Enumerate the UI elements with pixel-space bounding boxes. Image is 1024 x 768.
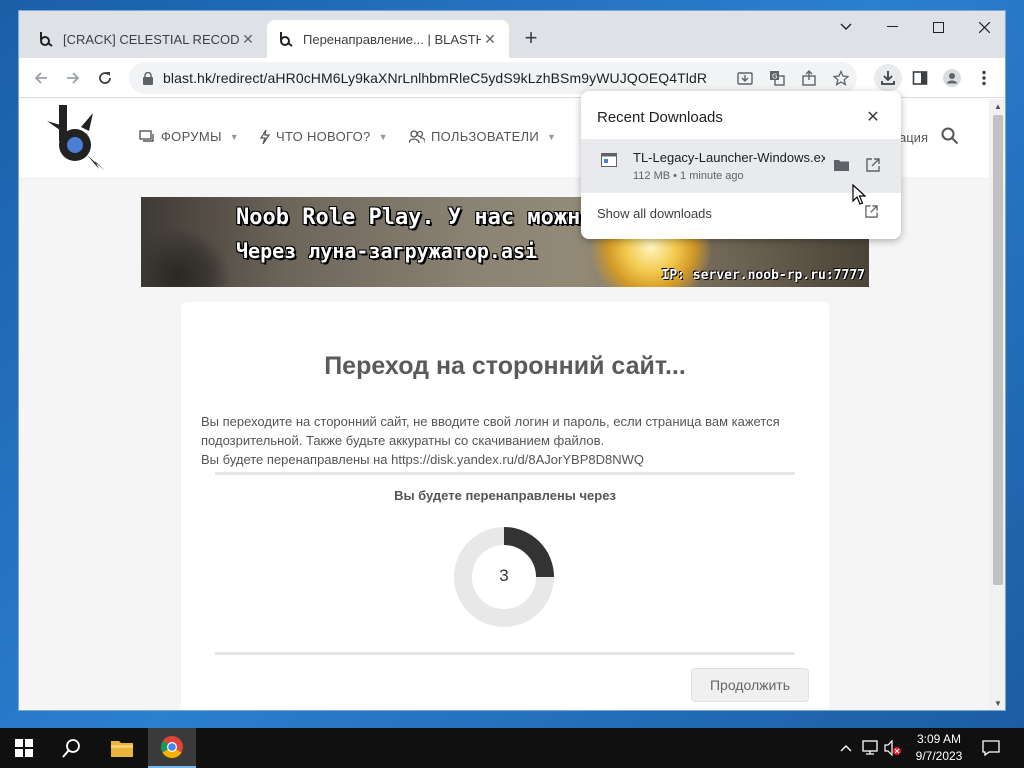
start-button[interactable] [0, 728, 48, 768]
lightning-icon [260, 129, 270, 144]
countdown-label: Вы будете перенаправлены через [394, 488, 616, 503]
downloads-bubble: Recent Downloads ✕ TL-Legacy-Launcher-Wi… [581, 91, 901, 239]
continue-button[interactable]: Продолжить [691, 668, 809, 702]
profile-icon[interactable] [938, 64, 966, 92]
nav-whats-new-label: ЧТО НОВОГО? [276, 129, 371, 144]
windows-logo-icon [15, 739, 33, 757]
site-search-icon[interactable] [941, 127, 959, 150]
target-url-text: Вы будете перенаправлены на https://disk… [201, 452, 644, 467]
chevron-down-icon: ▼ [229, 131, 239, 142]
users-icon [409, 129, 425, 144]
page-title: Переход на сторонний сайт... [324, 352, 686, 380]
file-explorer-button[interactable] [98, 728, 146, 768]
banner-tree-graphic [141, 227, 231, 287]
url-text: blast.hk/redirect/aHR0cHM6Ly9kaXNrLnlhbm… [163, 70, 708, 86]
notifications-icon[interactable] [982, 728, 1000, 768]
nav-forums-label: ФОРУМЫ [161, 129, 222, 144]
taskbar-clock[interactable]: 3:09 AM 9/7/2023 [904, 731, 974, 765]
banner-line-2: Через луна-загружатор.asi [236, 239, 538, 263]
downloads-icon[interactable] [874, 64, 902, 92]
blasthack-favicon-icon [37, 31, 53, 47]
minimize-icon[interactable] [869, 11, 915, 43]
nav-partial-item[interactable]: ация [899, 130, 928, 145]
redirect-card: Переход на сторонний сайт... Вы переходи… [181, 302, 829, 710]
vertical-scrollbar[interactable]: ▲ ▼ [989, 99, 1005, 710]
download-filename: TL-Legacy-Launcher-Windows.exe [633, 150, 825, 165]
countdown-value: 3 [499, 566, 509, 585]
open-external-icon[interactable] [865, 205, 878, 223]
forward-button[interactable] [59, 64, 87, 92]
side-panel-icon[interactable] [906, 64, 934, 92]
show-all-downloads-link[interactable]: Show all downloads [597, 206, 712, 221]
translate-icon[interactable]: G [761, 64, 793, 92]
search-icon [62, 739, 80, 758]
reload-button[interactable] [91, 64, 119, 92]
browser-window: [CRACK] CELESTIAL RECODE 1.16 ✕ Перенапр… [18, 10, 1006, 711]
install-app-icon[interactable] [729, 64, 761, 92]
scrollbar-thumb[interactable] [993, 115, 1003, 585]
close-tab-icon[interactable]: ✕ [481, 30, 499, 48]
clock-date: 9/7/2023 [915, 749, 963, 763]
blasthack-favicon-icon [277, 31, 293, 47]
tab-strip: [CRACK] CELESTIAL RECODE 1.16 ✕ Перенапр… [19, 11, 1005, 58]
chrome-icon [161, 736, 183, 758]
nav-users[interactable]: ПОЛЬЗОВАТЕЛИ ▼ [409, 129, 556, 144]
forums-icon [139, 129, 155, 144]
close-icon[interactable]: ✕ [863, 108, 883, 128]
chevron-up-icon [840, 745, 852, 752]
scroll-up-icon[interactable]: ▲ [994, 102, 1002, 111]
close-window-icon[interactable] [961, 11, 1005, 43]
tab-title: Перенаправление... | BLASTHACK [303, 31, 481, 47]
nav-whats-new[interactable]: ЧТО НОВОГО? ▼ [260, 129, 388, 144]
bookmark-star-icon[interactable] [825, 64, 857, 92]
chevron-down-icon: ▼ [378, 131, 388, 142]
volume-muted-icon[interactable] [884, 728, 902, 768]
scroll-down-icon[interactable]: ▼ [994, 699, 1002, 708]
windows-taskbar: 3:09 AM 9/7/2023 [0, 728, 1024, 768]
mouse-cursor-icon [852, 184, 866, 205]
tab-redirect[interactable]: Перенаправление... | BLASTHACK ✕ [267, 20, 509, 58]
nav-users-label: ПОЛЬЗОВАТЕЛИ [431, 129, 540, 144]
close-tab-icon[interactable]: ✕ [239, 30, 257, 48]
tab-celestial[interactable]: [CRACK] CELESTIAL RECODE 1.16 ✕ [27, 20, 267, 58]
divider [215, 652, 795, 655]
lock-icon[interactable] [143, 71, 153, 85]
folder-icon[interactable] [831, 155, 851, 175]
clock-time: 3:09 AM [916, 732, 962, 746]
folder-icon [111, 741, 133, 757]
download-meta: 112 MB • 1 minute ago [633, 170, 744, 182]
warning-text: Вы переходите на сторонний сайт, не ввод… [201, 414, 780, 448]
divider [215, 472, 795, 475]
address-bar[interactable]: blast.hk/redirect/aHR0cHM6Ly9kaXNrLnlhbm… [129, 62, 857, 94]
new-tab-button[interactable]: + [517, 25, 545, 53]
tab-search-icon[interactable] [823, 11, 869, 43]
nav-forums[interactable]: ФОРУМЫ ▼ [139, 129, 239, 144]
downloads-title: Recent Downloads [597, 109, 723, 126]
maximize-icon[interactable] [915, 11, 961, 43]
tab-title: [CRACK] CELESTIAL RECODE 1.16 [63, 31, 239, 47]
menu-kebab-icon[interactable] [970, 64, 998, 92]
share-icon[interactable] [793, 64, 825, 92]
chevron-down-icon: ▼ [547, 131, 557, 142]
chrome-taskbar-button[interactable] [148, 728, 196, 768]
blasthack-logo[interactable] [37, 103, 107, 173]
back-button[interactable] [27, 64, 55, 92]
banner-server-ip: IP: server.noob-rp.ru:7777 [661, 268, 866, 283]
exe-file-icon [601, 153, 617, 172]
network-icon[interactable] [862, 728, 880, 768]
svg-text:G: G [772, 73, 777, 81]
redirect-description: Вы переходите на сторонний сайт, не ввод… [201, 412, 813, 469]
open-external-icon[interactable] [863, 155, 883, 175]
taskbar-search-button[interactable] [48, 728, 96, 768]
show-hidden-icons-button[interactable] [840, 728, 852, 768]
